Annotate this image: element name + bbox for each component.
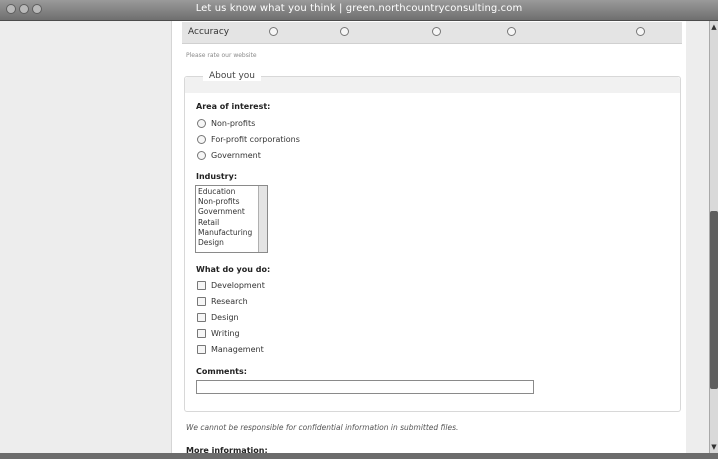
industry-label: Industry: <box>196 172 238 181</box>
accuracy-label: Accuracy <box>188 27 230 37</box>
industry-option[interactable]: Retail <box>198 218 256 228</box>
radio-button[interactable] <box>197 135 206 144</box>
do-option-development[interactable]: Development <box>197 281 265 290</box>
checkbox[interactable] <box>197 345 206 354</box>
comments-textarea[interactable] <box>196 380 534 394</box>
industry-option[interactable]: Non-profits <box>198 197 256 207</box>
window-title: Let us know what you think | green.north… <box>195 3 523 14</box>
do-option-label: Research <box>211 297 248 306</box>
checkbox[interactable] <box>197 313 206 322</box>
industry-option[interactable]: Design <box>198 238 256 248</box>
about-you-legend: About you <box>203 71 262 81</box>
industry-options: Education Non-profits Government Retail … <box>198 187 256 248</box>
radio-button[interactable] <box>197 151 206 160</box>
industry-option[interactable]: Government <box>198 207 256 217</box>
radio-button[interactable] <box>197 119 206 128</box>
do-option-design[interactable]: Design <box>197 313 239 322</box>
do-option-management[interactable]: Management <box>197 345 264 354</box>
rate-website-note: Please rate our website <box>186 52 257 59</box>
vertical-scrollbar[interactable]: ▲ ▼ <box>709 21 718 453</box>
accuracy-radio-4[interactable] <box>507 27 516 36</box>
area-option-government[interactable]: Government <box>197 151 261 160</box>
checkbox[interactable] <box>197 281 206 290</box>
scrollbar-thumb[interactable] <box>710 211 718 389</box>
area-option-label: Government <box>211 151 261 160</box>
accuracy-radio-3[interactable] <box>432 27 441 36</box>
do-option-label: Development <box>211 281 265 290</box>
area-of-interest-label: Area of interest: <box>196 102 271 111</box>
checkbox[interactable] <box>197 329 206 338</box>
accuracy-radio-2[interactable] <box>340 27 349 36</box>
accuracy-rating-row: Accuracy <box>182 22 682 44</box>
do-option-label: Writing <box>211 329 240 338</box>
do-option-writing[interactable]: Writing <box>197 329 240 338</box>
disclaimer-text: We cannot be responsible for confidentia… <box>186 423 459 432</box>
industry-listbox[interactable]: Education Non-profits Government Retail … <box>195 185 268 253</box>
what-do-you-do-label: What do you do: <box>196 265 271 274</box>
scroll-up-arrow-icon[interactable]: ▲ <box>710 23 718 31</box>
area-option-non-profits[interactable]: Non-profits <box>197 119 255 128</box>
accuracy-radio-5[interactable] <box>636 27 645 36</box>
industry-option[interactable]: Education <box>198 187 256 197</box>
window-title-bar: Let us know what you think | green.north… <box>0 0 718 21</box>
left-page-margin <box>0 21 172 453</box>
do-option-research[interactable]: Research <box>197 297 248 306</box>
listbox-scrollbar[interactable] <box>258 186 267 252</box>
do-option-label: Design <box>211 313 239 322</box>
accuracy-radio-1[interactable] <box>269 27 278 36</box>
area-option-label: Non-profits <box>211 119 256 128</box>
comments-label: Comments: <box>196 367 247 376</box>
right-page-margin <box>686 21 709 453</box>
checkbox[interactable] <box>197 297 206 306</box>
area-option-label: For-profit corporations <box>211 135 300 144</box>
area-option-for-profit[interactable]: For-profit corporations <box>197 135 300 144</box>
window-bottom-edge <box>0 453 718 459</box>
scroll-down-arrow-icon[interactable]: ▼ <box>710 443 718 451</box>
do-option-label: Management <box>211 345 264 354</box>
industry-option[interactable]: Manufacturing <box>198 228 256 238</box>
